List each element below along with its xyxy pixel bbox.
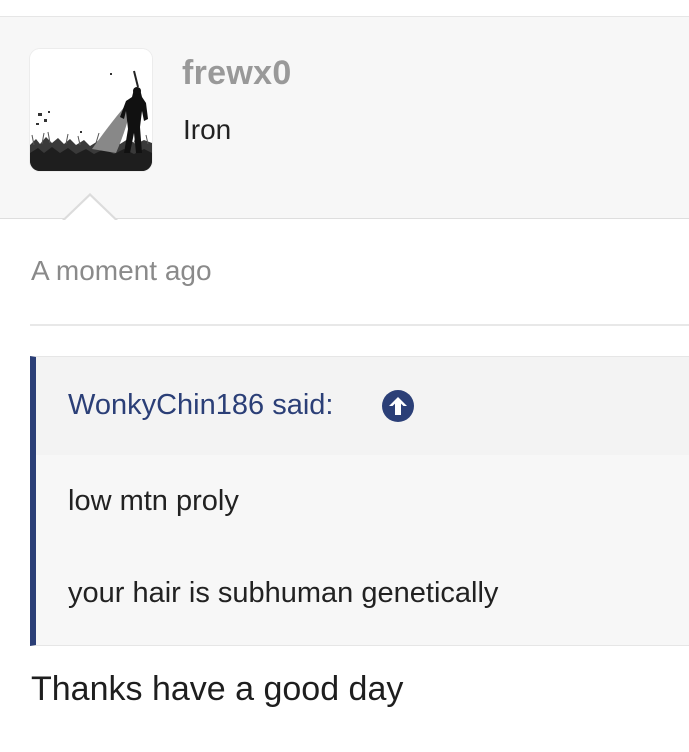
avatar-image: [30, 49, 152, 171]
user-info-block: frewx0 Iron: [0, 16, 689, 219]
avatar[interactable]: [30, 49, 152, 171]
arrow-up-circle-icon[interactable]: [382, 390, 414, 422]
divider: [30, 324, 689, 326]
post-timestamp[interactable]: A moment ago: [31, 255, 212, 287]
quote-attribution[interactable]: WonkyChin186 said:: [68, 389, 333, 422]
quote-text-line: your hair is subhuman genetically: [68, 577, 499, 609]
message-pointer-arrow-fill: [64, 196, 116, 221]
username[interactable]: frewx0: [182, 54, 292, 93]
quote-block: WonkyChin186 said: low mtn proly your ha…: [30, 356, 689, 646]
user-title: Iron: [183, 114, 232, 145]
quote-text-line: low mtn proly: [68, 485, 239, 517]
post-container: frewx0 Iron A moment ago WonkyChin186 sa…: [0, 0, 689, 752]
post-body-text: Thanks have a good day: [31, 670, 404, 708]
